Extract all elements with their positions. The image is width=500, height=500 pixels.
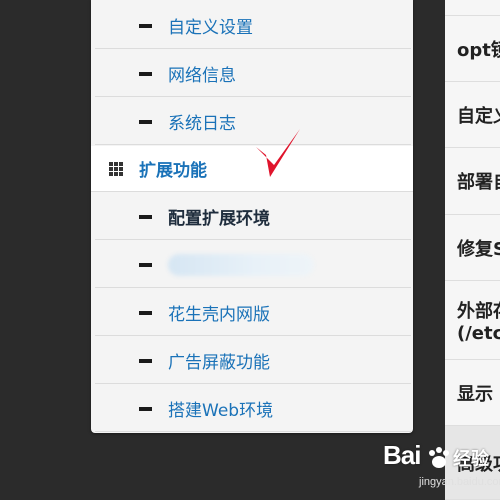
content-row-fix[interactable]: 修复S bbox=[445, 215, 500, 281]
paw-icon bbox=[429, 447, 449, 468]
blurred-label bbox=[168, 253, 314, 276]
menu-item-label: 花生壳内网版 bbox=[168, 305, 270, 325]
menu-item-configure-extension-env[interactable]: 配置扩展环境 bbox=[95, 194, 411, 240]
menu-item-network-info[interactable]: 网络信息 bbox=[95, 51, 411, 97]
content-row-partial bbox=[445, 0, 500, 16]
menu-item-label: 系统日志 bbox=[168, 114, 236, 134]
menu-item-web-env[interactable]: 搭建Web环境 bbox=[95, 386, 411, 432]
content-row-label: 显示 bbox=[457, 383, 493, 405]
baidu-watermark: Bai 经验 jingyan.baidu.com bbox=[379, 440, 500, 498]
dash-icon bbox=[139, 358, 152, 363]
content-row-custom[interactable]: 自定义 bbox=[445, 82, 500, 148]
dash-icon bbox=[139, 23, 152, 28]
watermark-brand: Bai bbox=[383, 440, 421, 470]
menu-item-blurred[interactable] bbox=[95, 242, 411, 288]
dash-icon bbox=[139, 262, 152, 267]
menu-item-system-log[interactable]: 系统日志 bbox=[95, 99, 411, 145]
menu-item-label: 网络信息 bbox=[168, 66, 236, 86]
menu-item-ad-block[interactable]: 广告屏蔽功能 bbox=[95, 338, 411, 384]
grid-icon bbox=[109, 161, 123, 176]
menu-item-label: 自定义设置 bbox=[168, 18, 253, 38]
content-row-display[interactable]: 显示 bbox=[445, 360, 500, 426]
content-row-label: 部署自 bbox=[457, 172, 500, 193]
content-row-external-storage[interactable]: 外部存 (/etc/ bbox=[445, 281, 500, 360]
watermark-suffix: 经验 bbox=[453, 449, 489, 469]
menu-item-custom-settings[interactable]: 自定义设置 bbox=[95, 3, 411, 49]
dash-icon bbox=[139, 119, 152, 124]
content-row-label: 自定义 bbox=[457, 105, 500, 127]
menu-section-extensions[interactable]: 扩展功能 bbox=[91, 146, 413, 192]
content-row-label-2: (/etc/ bbox=[457, 322, 500, 344]
dash-icon bbox=[139, 71, 152, 76]
menu-item-label: 配置扩展环境 bbox=[168, 209, 270, 229]
dash-icon bbox=[139, 214, 152, 219]
menu-item-label: 广告屏蔽功能 bbox=[168, 353, 270, 373]
content-row-label: 修复S bbox=[457, 238, 500, 260]
dash-icon bbox=[139, 406, 152, 411]
content-row-deploy[interactable]: 部署自 bbox=[445, 148, 500, 215]
dash-icon bbox=[139, 310, 152, 315]
annotation-check-mark bbox=[256, 129, 300, 177]
watermark-url: jingyan.baidu.com bbox=[419, 476, 500, 488]
content-row-label: opt镜 bbox=[457, 39, 500, 61]
menu-item-oray-intranet[interactable]: 花生壳内网版 bbox=[95, 290, 411, 336]
content-row-opt[interactable]: opt镜 bbox=[445, 16, 500, 82]
sidebar-menu: 自定义设置 网络信息 系统日志 扩展功能 配置扩展环境 花生壳内网版 广告屏蔽功… bbox=[91, 0, 413, 433]
section-label: 扩展功能 bbox=[139, 161, 207, 181]
content-row-label: 外部存 bbox=[457, 300, 500, 322]
content-panel: opt镜 自定义 部署自 修复S 外部存 (/etc/ 显示 高级功 bbox=[445, 0, 500, 500]
menu-item-label: 搭建Web环境 bbox=[168, 401, 274, 421]
